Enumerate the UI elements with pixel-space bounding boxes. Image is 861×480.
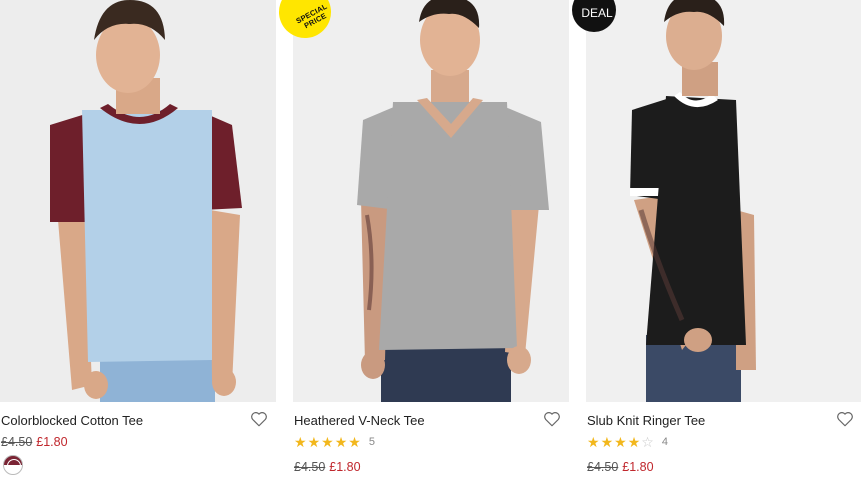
star-icon: ★ [334, 434, 349, 450]
review-count: 4 [661, 436, 668, 448]
product-rating[interactable]: ★★★★☆ 4 [587, 435, 668, 449]
star-icon: ★ [348, 434, 362, 450]
star-icon: ★ [614, 434, 628, 450]
price-row: £4.50 £1.80 [294, 460, 361, 474]
heart-outline-icon[interactable] [250, 410, 268, 428]
star-icon: ★ [321, 434, 335, 450]
color-swatch[interactable] [3, 455, 23, 475]
sale-price: £1.80 [36, 435, 68, 449]
sale-price: £1.80 [329, 460, 361, 474]
star-empty-icon: ☆ [641, 434, 655, 450]
product-card[interactable]: SPECIAL PRICE Heathered V-Neck Tee ★★★★★… [269, 0, 569, 480]
price-row: £4.50 £1.80 [587, 460, 654, 474]
product-image[interactable] [586, 0, 861, 402]
star-icon: ★ [307, 434, 322, 450]
product-rating[interactable]: ★★★★★ 5 [294, 435, 375, 449]
model-photo [293, 0, 569, 402]
product-card[interactable]: Colorblocked Cotton Tee £4.50 £1.80 [0, 0, 276, 480]
star-icon: ★ [587, 434, 601, 450]
star-rating: ★★★★★ [294, 435, 362, 449]
product-image[interactable] [0, 0, 276, 402]
model-photo [0, 0, 276, 402]
product-title[interactable]: Colorblocked Cotton Tee [1, 413, 143, 428]
product-title[interactable]: Heathered V-Neck Tee [294, 413, 425, 428]
star-icon: ★ [294, 434, 308, 450]
price-row: £4.50 £1.80 [1, 435, 68, 449]
star-icon: ★ [600, 434, 615, 450]
model-photo [586, 0, 861, 402]
original-price: £4.50 [1, 435, 33, 449]
product-title[interactable]: Slub Knit Ringer Tee [587, 413, 705, 428]
star-rating: ★★★★☆ [587, 435, 655, 449]
heart-outline-icon[interactable] [836, 410, 854, 428]
original-price: £4.50 [294, 460, 326, 474]
product-card[interactable]: DEAL Slub Knit Ringer Tee ★★★★☆ 4 £4.50 £… [572, 0, 861, 480]
original-price: £4.50 [587, 460, 619, 474]
product-image[interactable] [293, 0, 569, 402]
review-count: 5 [368, 436, 375, 448]
sale-price: £1.80 [622, 460, 654, 474]
star-icon: ★ [627, 434, 642, 450]
heart-outline-icon[interactable] [543, 410, 561, 428]
